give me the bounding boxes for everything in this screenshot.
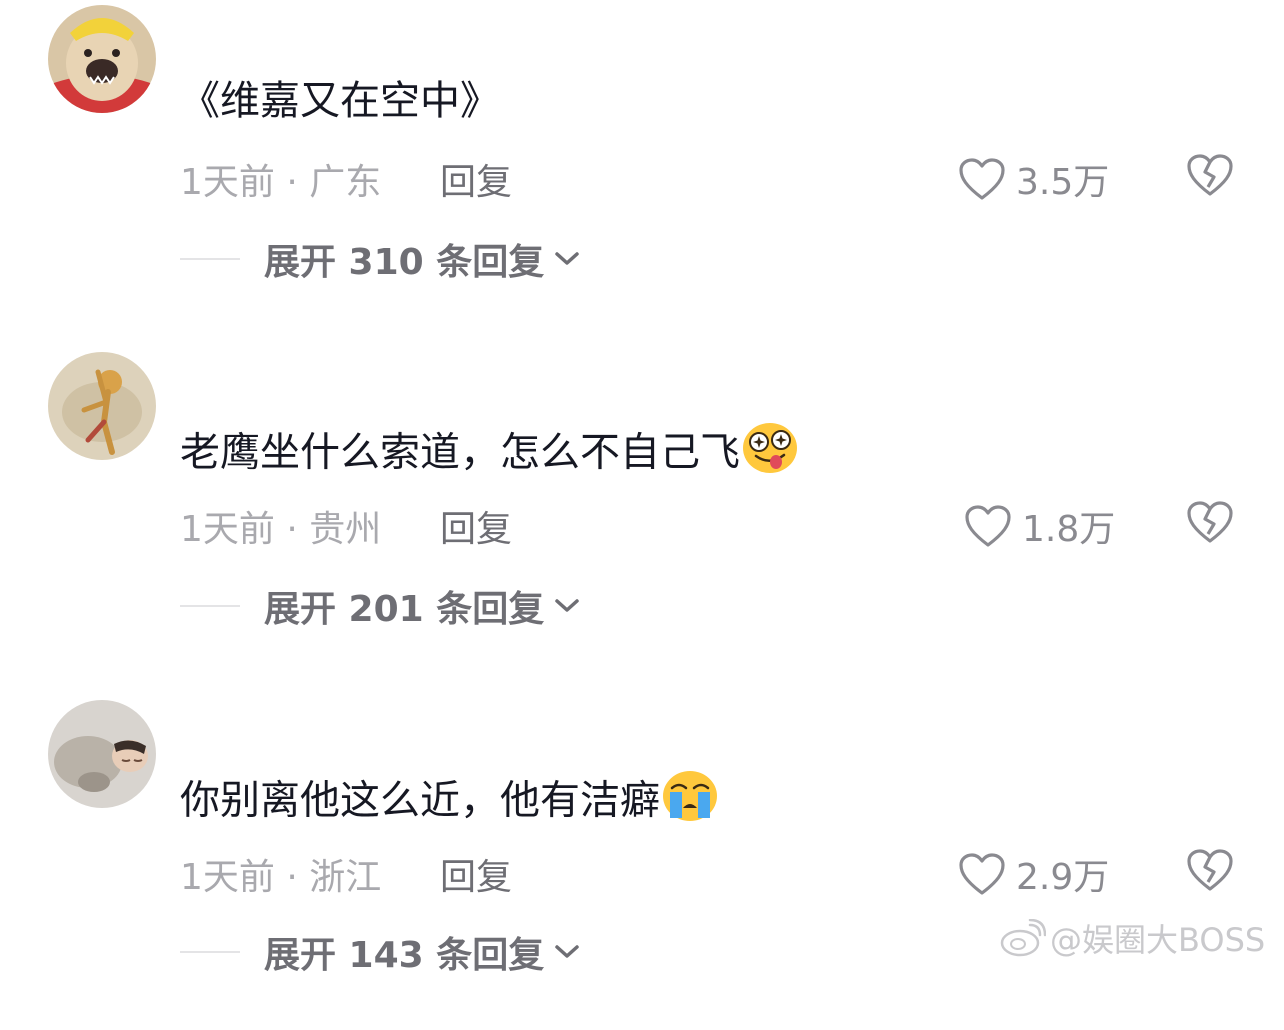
chevron-down-icon xyxy=(555,252,579,265)
like-button[interactable]: 3.5万 xyxy=(958,153,1109,205)
expand-replies-button[interactable]: 展开 143 条回复 xyxy=(180,926,580,978)
broken-heart-icon xyxy=(1187,501,1233,543)
heart-outline-icon xyxy=(959,158,1005,200)
reply-button[interactable]: 回复 xyxy=(440,500,512,552)
dislike-button[interactable] xyxy=(1186,153,1234,201)
weibo-icon xyxy=(1000,919,1046,957)
divider-line xyxy=(180,258,240,260)
dislike-button[interactable] xyxy=(1186,848,1234,896)
reply-button[interactable]: 回复 xyxy=(440,848,512,900)
comment-item: 老鹰坐什么索道，怎么不自己飞 1天前 · 贵州 回复 1.8万 展开 201 条… xyxy=(0,352,1284,682)
expand-replies-label: 展开 201 条回复 xyxy=(264,589,545,630)
chevron-down-icon xyxy=(555,945,579,958)
sleeping-child-avatar xyxy=(48,700,156,808)
comment-text: 老鹰坐什么索道，怎么不自己飞 xyxy=(180,422,798,487)
user-avatar[interactable] xyxy=(48,352,156,460)
drooling-star-eyes-emoji xyxy=(742,422,798,487)
comment-item: 你别离他这么近，他有洁癖 1天前 · 浙江 回复 2.9万 展开 143 条回复 xyxy=(0,700,1284,1030)
divider-line xyxy=(180,605,240,607)
comment-item: 《维嘉又在空中》 1天前 · 广东 回复 3.5万 展开 310 条回复 xyxy=(0,5,1284,335)
user-avatar[interactable] xyxy=(48,5,156,113)
dancing-figure-avatar xyxy=(48,352,156,460)
heart-outline-icon xyxy=(965,505,1011,547)
comment-time-location: 1天前 · 贵州 xyxy=(180,509,382,550)
comment-text: 你别离他这么近，他有洁癖 xyxy=(180,770,718,835)
expand-replies-button[interactable]: 展开 201 条回复 xyxy=(180,580,580,632)
expand-replies-button[interactable]: 展开 310 条回复 xyxy=(180,233,580,285)
shiba-dog-avatar xyxy=(48,5,156,113)
watermark: @娱圈大BOSS xyxy=(1000,915,1265,961)
broken-heart-icon xyxy=(1187,849,1233,891)
like-count: 2.9万 xyxy=(1016,857,1110,898)
chevron-down-icon xyxy=(555,599,579,612)
reply-button[interactable]: 回复 xyxy=(440,153,512,205)
watermark-text: @娱圈大BOSS xyxy=(1050,921,1266,959)
like-count: 3.5万 xyxy=(1016,162,1110,203)
comment-time-location: 1天前 · 广东 xyxy=(180,162,382,203)
crying-emoji xyxy=(662,770,718,835)
broken-heart-icon xyxy=(1187,154,1233,196)
user-avatar[interactable] xyxy=(48,700,156,808)
like-button[interactable]: 1.8万 xyxy=(964,500,1115,552)
dislike-button[interactable] xyxy=(1186,500,1234,548)
like-button[interactable]: 2.9万 xyxy=(958,848,1109,900)
divider-line xyxy=(180,951,240,953)
comment-text: 《维嘉又在空中》 xyxy=(180,78,500,124)
expand-replies-label: 展开 143 条回复 xyxy=(264,935,545,976)
expand-replies-label: 展开 310 条回复 xyxy=(264,242,545,283)
comment-time-location: 1天前 · 浙江 xyxy=(180,857,382,898)
heart-outline-icon xyxy=(959,853,1005,895)
like-count: 1.8万 xyxy=(1022,509,1116,550)
